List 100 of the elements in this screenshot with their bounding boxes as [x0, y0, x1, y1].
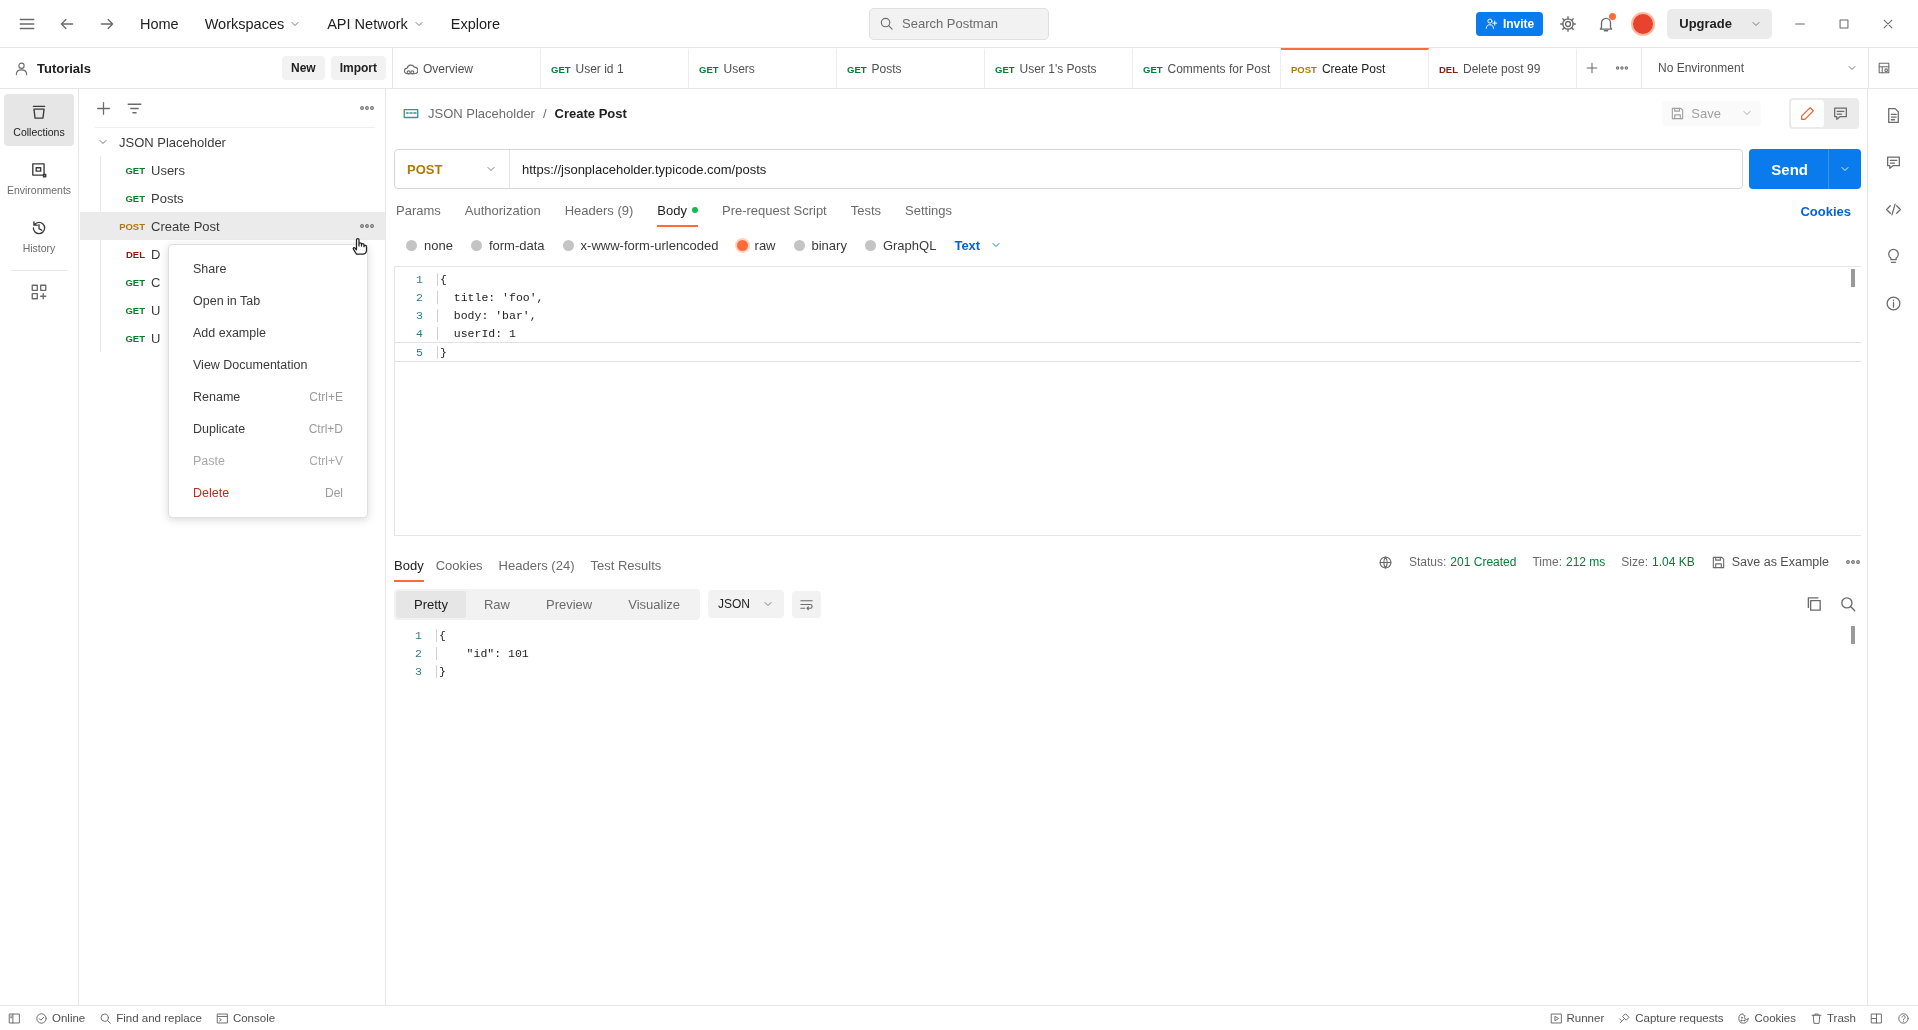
line-number: 5 — [415, 345, 424, 359]
code-icon[interactable] — [1884, 201, 1902, 218]
request-option-tab[interactable]: Pre-request Script — [721, 195, 827, 227]
code-line: userId: 1 — [437, 326, 516, 340]
code-editor[interactable]: 1 { 2 "id": 101 3 } — [394, 626, 1861, 680]
response-tab[interactable]: Test Results — [590, 550, 662, 582]
cookies-link[interactable]: Cookies — [1800, 203, 1861, 219]
radio-button[interactable] — [736, 239, 748, 251]
code-line: { — [436, 628, 446, 642]
request-item[interactable]: POST Create Post — [80, 212, 385, 240]
layout-icon[interactable] — [1870, 1011, 1883, 1025]
request-option-tab[interactable]: Headers (9) — [564, 195, 634, 227]
request-tab[interactable]: GET Users — [689, 48, 837, 88]
environment-dropdown[interactable]: No Environment — [1641, 48, 1869, 88]
trash-icon — [1810, 1011, 1823, 1025]
wrap-lines-button[interactable] — [792, 590, 822, 618]
info-icon[interactable] — [1884, 295, 1902, 312]
save-as-example-button[interactable]: Save as Example — [1710, 554, 1829, 570]
upgrade-button[interactable]: Upgrade — [1667, 8, 1772, 39]
radio-button[interactable] — [793, 239, 805, 251]
menu-item[interactable]: Rename Ctrl+E — [169, 381, 367, 413]
request-title: Create Post — [554, 105, 627, 121]
breadcrumb-item[interactable]: / — [542, 105, 547, 121]
radio-button[interactable] — [864, 239, 876, 251]
view-tab[interactable]: Pretty — [396, 590, 466, 618]
radio-option[interactable]: binary — [793, 237, 847, 253]
collection-item[interactable]: JSON Placeholder — [79, 128, 385, 156]
request-item[interactable]: GET Users — [80, 156, 385, 184]
search-field[interactable]: Search Postman — [869, 7, 1049, 40]
code-editor[interactable]: 1 { 2 title: 'foo', 3 body: 'bar', 4 userId: 1 5 } — [394, 266, 1861, 536]
radio-option[interactable]: x-www-form-urlencoded — [562, 237, 719, 253]
request-tab[interactable]: GET Comments for Post — [1133, 48, 1281, 88]
line-number: 3 — [414, 664, 423, 678]
response-tab[interactable]: Body — [394, 550, 424, 582]
menu-item[interactable]: View Documentation — [169, 349, 367, 381]
status-bar-item[interactable]: Console — [215, 1011, 276, 1025]
stat-value: 212 ms — [1565, 555, 1606, 569]
request-tab[interactable]: GET User 1's Posts — [985, 48, 1133, 88]
radio-button[interactable] — [562, 239, 574, 251]
view-tab[interactable]: Raw — [465, 590, 528, 618]
console-icon — [215, 1011, 229, 1025]
request-tab[interactable]: DEL Delete post 99 — [1429, 48, 1577, 88]
nav-link[interactable]: API Network — [321, 11, 431, 36]
view-tab[interactable]: Preview — [528, 590, 611, 618]
avatar-icon[interactable] — [1631, 11, 1656, 36]
nav-link[interactable]: Workspaces — [198, 11, 308, 36]
scrollbar — [1851, 269, 1855, 287]
request-option-tab[interactable]: Settings — [905, 195, 953, 227]
request-option-tab[interactable]: Body — [657, 195, 698, 227]
add-icon[interactable] — [95, 99, 112, 117]
comment-icon[interactable] — [1884, 154, 1902, 171]
request-option-tab[interactable]: Authorization — [464, 195, 541, 227]
status-bar-item[interactable]: Trash — [1810, 1011, 1856, 1025]
person-icon — [14, 60, 29, 76]
radio-button[interactable] — [406, 239, 417, 251]
help-icon[interactable] — [1897, 1011, 1910, 1025]
add-widget-icon[interactable] — [30, 283, 48, 301]
invite-button[interactable]: Invite — [1475, 11, 1544, 36]
status-bar-item[interactable]: Cookies — [1737, 1011, 1796, 1025]
workspace-button[interactable]: New — [281, 56, 325, 80]
sidebar-nav-item[interactable]: History — [4, 210, 74, 262]
response-tab[interactable]: Cookies — [435, 550, 483, 582]
menu-item[interactable]: Duplicate Ctrl+D — [169, 413, 367, 445]
radio-option[interactable]: form-data — [470, 237, 545, 253]
online-icon — [35, 1011, 48, 1025]
format-dropdown[interactable]: Text — [954, 237, 1003, 253]
menu-item[interactable]: Share — [169, 253, 367, 285]
status-bar-item[interactable]: Capture requests — [1618, 1011, 1724, 1025]
nav-link[interactable]: Home — [134, 11, 185, 36]
status-bar-item[interactable]: Online — [35, 1011, 86, 1025]
pencil-icon[interactable] — [1791, 99, 1824, 127]
sidebar-nav-item[interactable]: Environments — [4, 152, 74, 204]
view-tab[interactable]: Visualize — [610, 590, 699, 618]
line-number: 2 — [414, 646, 423, 660]
cookies-icon — [1737, 1011, 1751, 1025]
request-tab[interactable]: GET User id 1 — [541, 48, 689, 88]
request-tab[interactable]: POST Create Post — [1281, 48, 1429, 88]
menu-item[interactable]: Delete Del — [169, 477, 367, 509]
menu-item[interactable]: Add example — [169, 317, 367, 349]
request-option-tab[interactable]: Tests — [850, 195, 882, 227]
stat-label: Time: — [1532, 555, 1562, 569]
menu-item[interactable]: Open in Tab — [169, 285, 367, 317]
sidebar-toggle-icon[interactable] — [8, 1011, 21, 1025]
request-item[interactable]: GET Posts — [80, 184, 385, 212]
request-tab[interactable]: Overview — [393, 48, 541, 88]
language-dropdown[interactable]: JSON — [708, 590, 785, 618]
request-tab[interactable]: GET Posts — [837, 48, 985, 88]
response-tab[interactable]: Headers (24) — [498, 550, 575, 582]
status-bar-item[interactable]: Find and replace — [99, 1011, 202, 1025]
radio-option[interactable]: GraphQL — [864, 237, 937, 253]
status-bar-item[interactable]: Runner — [1549, 1011, 1605, 1025]
breadcrumb-item[interactable]: JSON Placeholder — [428, 105, 535, 121]
sidebar-nav-item[interactable]: Collections — [4, 94, 74, 146]
radio-option[interactable]: none — [406, 237, 453, 253]
code-line: { — [437, 272, 447, 286]
radio-option[interactable]: raw — [736, 237, 776, 253]
nav-link[interactable]: Explore — [444, 11, 506, 36]
workspace-button[interactable]: Import — [330, 56, 386, 80]
radio-button[interactable] — [470, 239, 482, 251]
request-option-tab[interactable]: Params — [396, 195, 441, 227]
